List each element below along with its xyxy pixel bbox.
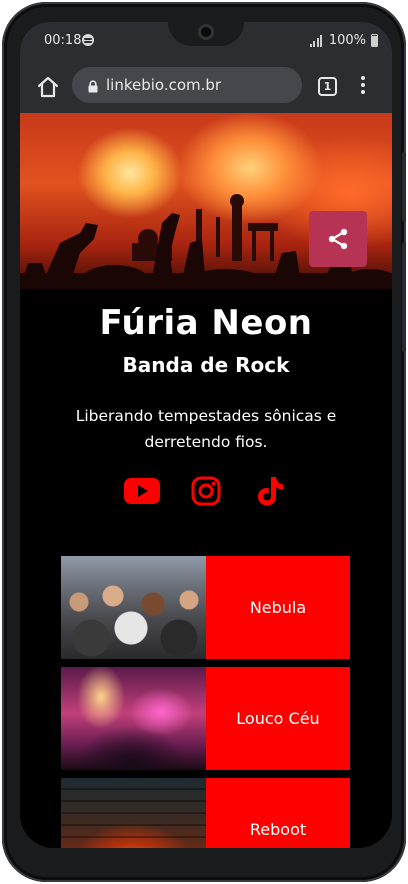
link-thumbnail — [61, 556, 206, 659]
link-thumbnail — [61, 778, 206, 848]
hero-concert-image — [20, 113, 392, 289]
tab-switcher-button[interactable]: 1 — [318, 77, 337, 96]
more-menu-icon[interactable] — [358, 76, 368, 98]
signal-icon — [309, 35, 322, 47]
address-bar[interactable]: linkebio.com.br — [72, 67, 302, 103]
link-card-louco-ceu[interactable]: Louco Céu — [61, 667, 350, 770]
crowd-photo — [61, 556, 206, 659]
link-card-reboot[interactable]: Reboot — [61, 778, 350, 848]
status-bar: 00:18 100% — [20, 22, 392, 62]
tiktok-icon[interactable] — [252, 473, 288, 509]
profile-subtitle: Banda de Rock — [122, 353, 290, 377]
spotify-icon — [82, 34, 94, 46]
front-camera — [198, 24, 214, 40]
power-button — [402, 242, 406, 352]
browser-toolbar: linkebio.com.br 1 — [20, 62, 392, 113]
status-time: 00:18 — [44, 33, 82, 48]
share-icon — [328, 228, 348, 250]
phone-screen: 00:18 100% linkebio.com.br 1 Fúria Neon … — [20, 22, 392, 848]
profile-name: Fúria Neon — [99, 303, 313, 343]
social-links — [20, 473, 392, 509]
lock-icon — [88, 78, 98, 93]
link-label: Reboot — [206, 778, 350, 848]
link-thumbnail — [61, 667, 206, 770]
youtube-icon[interactable] — [124, 473, 160, 509]
profile-bio: Liberando tempestades sônicas e derreten… — [75, 407, 337, 451]
volume-button — [402, 152, 406, 222]
linkinbio-page: Fúria Neon Banda de Rock Liberando tempe… — [20, 113, 392, 848]
battery-icon — [371, 34, 378, 47]
home-icon[interactable] — [36, 75, 60, 99]
link-card-nebula[interactable]: Nebula — [61, 556, 350, 659]
link-label: Nebula — [206, 556, 350, 659]
phone-frame: 00:18 100% linkebio.com.br 1 Fúria Neon … — [2, 2, 406, 882]
share-button[interactable] — [309, 211, 367, 267]
camera-notch — [168, 22, 244, 46]
battery-percent: 100% — [328, 33, 366, 48]
instagram-icon[interactable] — [188, 473, 224, 509]
url-text: linkebio.com.br — [106, 76, 222, 94]
stage-tunnel-photo — [61, 778, 206, 848]
stage-lights-photo — [61, 667, 206, 770]
link-label: Louco Céu — [206, 667, 350, 770]
